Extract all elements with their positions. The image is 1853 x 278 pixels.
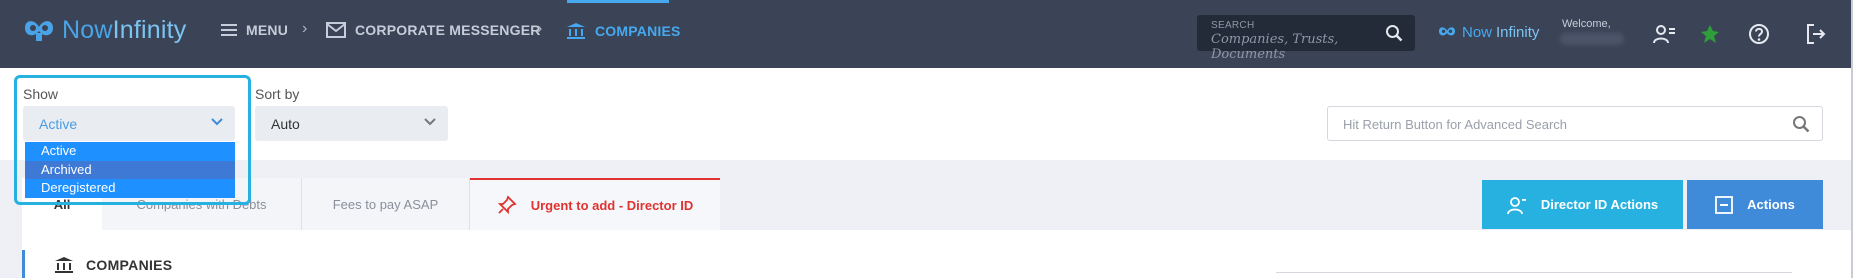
envelope-icon	[326, 22, 346, 38]
content-divider	[1276, 272, 1792, 273]
director-icon	[1506, 196, 1526, 214]
content-panel	[22, 230, 1853, 278]
show-dropdown-list[interactable]: Active Archived Deregistered	[25, 142, 235, 198]
sort-by-label: Sort by	[255, 86, 300, 102]
top-bar: NowInfinity MENU › CORPORATE MESSENGER ›…	[0, 0, 1853, 68]
brand-small: Now Infinity	[1436, 24, 1539, 41]
search-icon[interactable]	[1792, 115, 1810, 133]
welcome-text: Welcome,	[1562, 18, 1611, 30]
tab-fees-to-pay[interactable]: Fees to pay ASAP	[302, 178, 470, 230]
show-option-active[interactable]: Active	[25, 142, 235, 161]
show-option-archived[interactable]: Archived	[25, 160, 235, 180]
menu-label: MENU	[246, 22, 289, 38]
search-icon[interactable]	[1385, 24, 1403, 42]
breadcrumb-companies[interactable]: COMPANIES	[566, 22, 681, 40]
advanced-search-input[interactable]: Hit Return Button for Advanced Search	[1327, 106, 1823, 141]
global-search[interactable]: SEARCH Companies, Trusts, Documents	[1197, 15, 1415, 62]
advanced-search-placeholder: Hit Return Button for Advanced Search	[1343, 117, 1568, 132]
breadcrumb-separator: ›	[537, 20, 543, 37]
breadcrumb-label: CORPORATE MESSENGER	[355, 22, 541, 38]
actions-button[interactable]: Actions	[1687, 180, 1823, 229]
menu-button[interactable]: MENU	[221, 22, 288, 38]
logo-mark-icon	[1439, 26, 1455, 35]
tab-urgent-director-id[interactable]: Urgent to add - Director ID	[470, 178, 720, 230]
breadcrumb-separator: ›	[302, 20, 308, 37]
pin-icon	[497, 195, 517, 215]
breadcrumb-label: COMPANIES	[595, 23, 681, 39]
leaf-icon[interactable]	[1698, 22, 1722, 46]
director-id-actions-button[interactable]: Director ID Actions	[1482, 180, 1683, 229]
sort-by-select-value: Auto	[271, 116, 300, 132]
section-accent-bar	[22, 250, 25, 278]
chevron-down-icon	[424, 118, 436, 126]
logo-text: NowInfinity	[62, 16, 187, 44]
contact-card-icon[interactable]	[1652, 22, 1676, 46]
sort-by-select[interactable]: Auto	[255, 106, 448, 141]
app-logo[interactable]: NowInfinity	[22, 16, 186, 45]
logo-mark-icon	[25, 20, 53, 41]
help-icon[interactable]	[1747, 22, 1771, 46]
user-name-blurred	[1560, 33, 1624, 45]
bank-icon	[55, 257, 73, 273]
global-search-label: SEARCH	[1211, 20, 1255, 31]
section-title: COMPANIES	[54, 256, 172, 274]
active-nav-underline	[567, 0, 669, 3]
bank-icon	[567, 23, 585, 39]
menu-icon	[221, 24, 237, 36]
show-option-deregistered[interactable]: Deregistered	[25, 179, 235, 198]
logout-icon[interactable]	[1804, 22, 1828, 46]
breadcrumb-corporate-messenger[interactable]: CORPORATE MESSENGER	[326, 22, 541, 38]
actions-icon	[1715, 195, 1734, 214]
